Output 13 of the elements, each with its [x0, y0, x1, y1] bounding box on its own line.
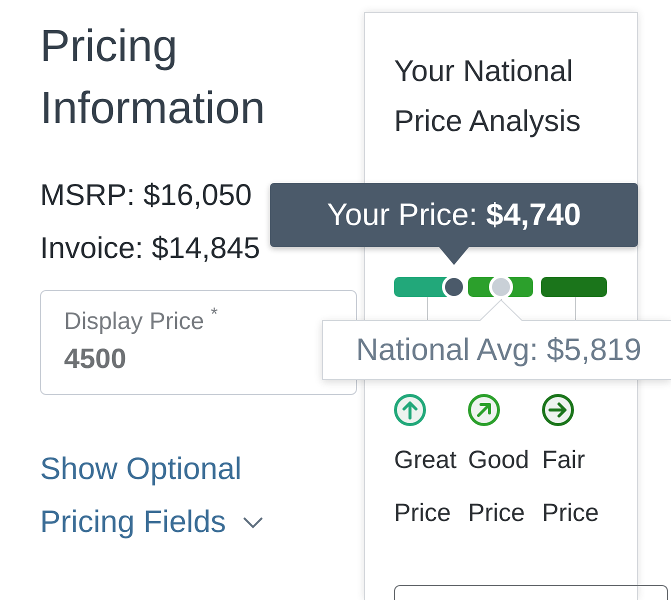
card-title: Your National Price Analysis: [394, 54, 582, 140]
rating-label: Great Price: [394, 445, 458, 529]
tooltip-pointer-icon: [438, 247, 469, 265]
page-heading: Pricing Information: [40, 19, 266, 135]
your-price-tooltip: Your Price: $4,740: [270, 183, 638, 247]
rating-label: Good Price: [468, 445, 530, 529]
price-line: Invoice: $14,845: [40, 231, 260, 267]
tooltip-pointer-icon: [480, 299, 522, 321]
rating-label: Fair Price: [542, 445, 600, 529]
show-optional-pricing-fields-link[interactable]: Show Optional Pricing Fields: [40, 442, 310, 548]
field-label: Display Price $^{*}$: [64, 308, 218, 336]
price-line: MSRP: $16,050: [40, 178, 252, 214]
chevron-down-icon: [243, 517, 264, 529]
